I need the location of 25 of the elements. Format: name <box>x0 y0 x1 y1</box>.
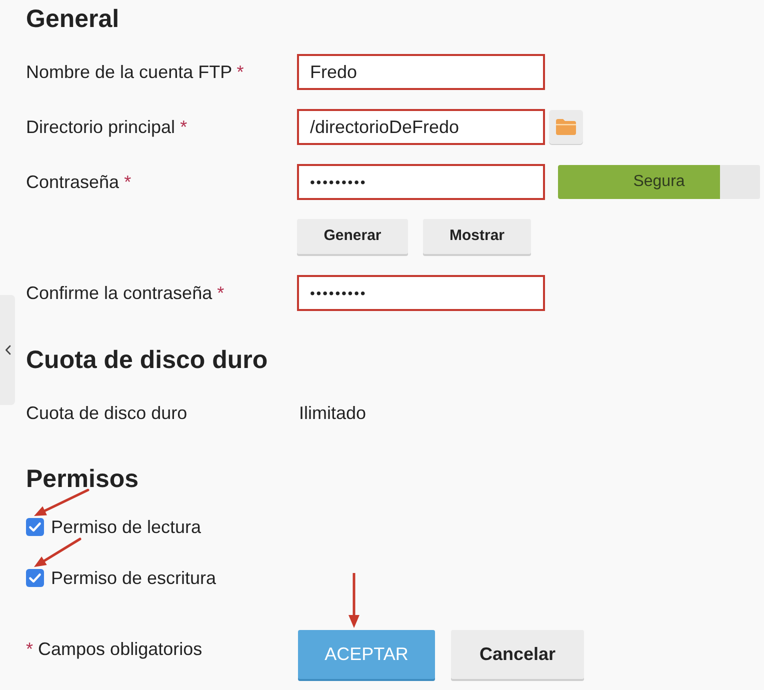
input-field[interactable]: /directorioDeFredo <box>297 109 545 145</box>
field-label: Contraseña * <box>26 171 132 194</box>
checkbox[interactable] <box>26 518 44 536</box>
sidebar-toggle[interactable] <box>0 295 15 405</box>
checkbox[interactable] <box>26 569 44 587</box>
chevron-left-icon <box>4 345 10 355</box>
required-note: * Campos obligatorios <box>26 638 204 661</box>
checkbox-label[interactable]: Permiso de escritura <box>51 566 216 590</box>
field-label: Directorio principal * <box>26 116 188 139</box>
info-value: Ilimitado <box>298 402 366 425</box>
show-button[interactable]: Mostrar <box>423 219 531 254</box>
section-heading: General <box>26 4 120 35</box>
password-field[interactable]: ••••••••• <box>297 275 545 311</box>
section-heading: Cuota de disco duro <box>26 345 269 376</box>
cancel-button[interactable]: Cancelar <box>451 630 584 679</box>
input-field[interactable]: Fredo <box>297 54 545 90</box>
generate-button[interactable]: Generar <box>297 219 408 254</box>
checkbox-label[interactable]: Permiso de lectura <box>51 515 202 539</box>
field-label: Nombre de la cuenta FTP * <box>26 61 245 84</box>
strength-label: Segura <box>633 172 685 192</box>
info-label: Cuota de disco duro <box>26 402 188 425</box>
password-field[interactable]: ••••••••• <box>297 164 545 200</box>
section-heading: Permisos <box>26 464 140 495</box>
folder-icon <box>556 119 576 135</box>
field-label: Confirme la contraseña * <box>26 282 226 305</box>
